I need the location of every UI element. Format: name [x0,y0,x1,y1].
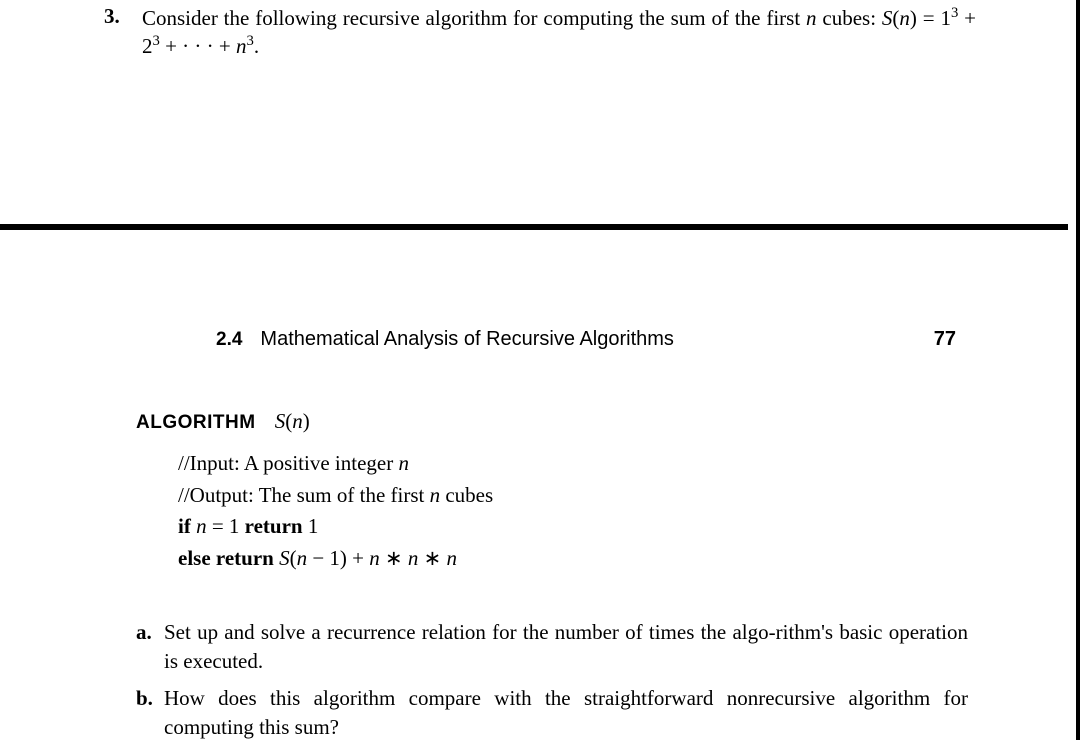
bottom-section: 2.4 Mathematical Analysis of Recursive A… [0,328,1068,750]
exp-3b: 3 [153,33,160,49]
page-number: 77 [934,328,956,351]
else-return-keyword: else return [178,546,279,570]
subpart-a-label: a. [136,618,152,647]
else-star2: ∗ [418,546,446,570]
else-star1: ∗ [380,546,408,570]
top-section: 3. Consider the following recursive algo… [0,0,1076,61]
output-suffix: cubes [440,483,493,507]
algorithm-body: //Input: A positive integer n //Output: … [136,448,968,574]
else-S: S [279,546,290,570]
else-n2: n [408,546,419,570]
section-title: Mathematical Analysis of Recursive Algor… [260,328,674,351]
page-header: 2.4 Mathematical Analysis of Recursive A… [100,328,968,351]
if-n: n [196,514,207,538]
var-n: n [806,6,817,30]
exp-3c: 3 [247,33,254,49]
algorithm-label: ALGORITHM [136,412,256,433]
subpart-a: a. Set up and solve a recurrence relatio… [136,618,968,676]
if-keyword: if [178,514,196,538]
algo-else-line: else return S(n − 1) + n ∗ n ∗ n [178,543,968,575]
subpart-b-text: How does this algorithm compare with the… [164,686,968,739]
section-number: 2.4 [216,329,242,351]
subparts: a. Set up and solve a recurrence relatio… [100,618,968,742]
algorithm-heading: ALGORITHM S(n) [136,409,968,434]
formula-eq-1: ) = 1 [910,6,951,30]
problem-intro: Consider the following recursive algorit… [142,6,806,30]
else-n3: n [447,546,458,570]
formula-S: S [882,6,893,30]
algorithm-name-n: n [292,409,303,433]
algorithm-name-S: S [275,409,286,433]
else-minus: − 1) + [307,546,369,570]
output-n: n [430,483,441,507]
else-n1: n [369,546,380,570]
cubes-word: cubes: [817,6,882,30]
algorithm-block: ALGORITHM S(n) //Input: A positive integ… [100,409,968,574]
algo-input-line: //Input: A positive integer n [178,448,968,480]
plus-dots: + · · · + [160,34,236,58]
input-prefix: //Input: A positive integer [178,451,398,475]
return-keyword-1: return [245,514,303,538]
output-prefix: //Output: The sum of the first [178,483,430,507]
subpart-a-text: Set up and solve a recurrence relation f… [164,620,968,673]
problem-number: 3. [104,4,120,29]
algo-output-line: //Output: The sum of the first n cubes [178,480,968,512]
input-n: n [398,451,409,475]
if-eq: = 1 [207,514,245,538]
formula-n: n [899,6,910,30]
formula-period: . [254,34,259,58]
problem-text: Consider the following recursive algorit… [142,4,976,61]
formula-n2: n [236,34,247,58]
page-break-rule [0,224,1068,230]
subpart-b: b. How does this algorithm compare with … [136,684,968,742]
return-1: 1 [303,514,319,538]
algo-if-line: if n = 1 return 1 [178,511,968,543]
page: 3. Consider the following recursive algo… [0,0,1080,740]
header-left: 2.4 Mathematical Analysis of Recursive A… [216,328,674,351]
else-arg-n: n [297,546,308,570]
subpart-b-label: b. [136,684,153,713]
